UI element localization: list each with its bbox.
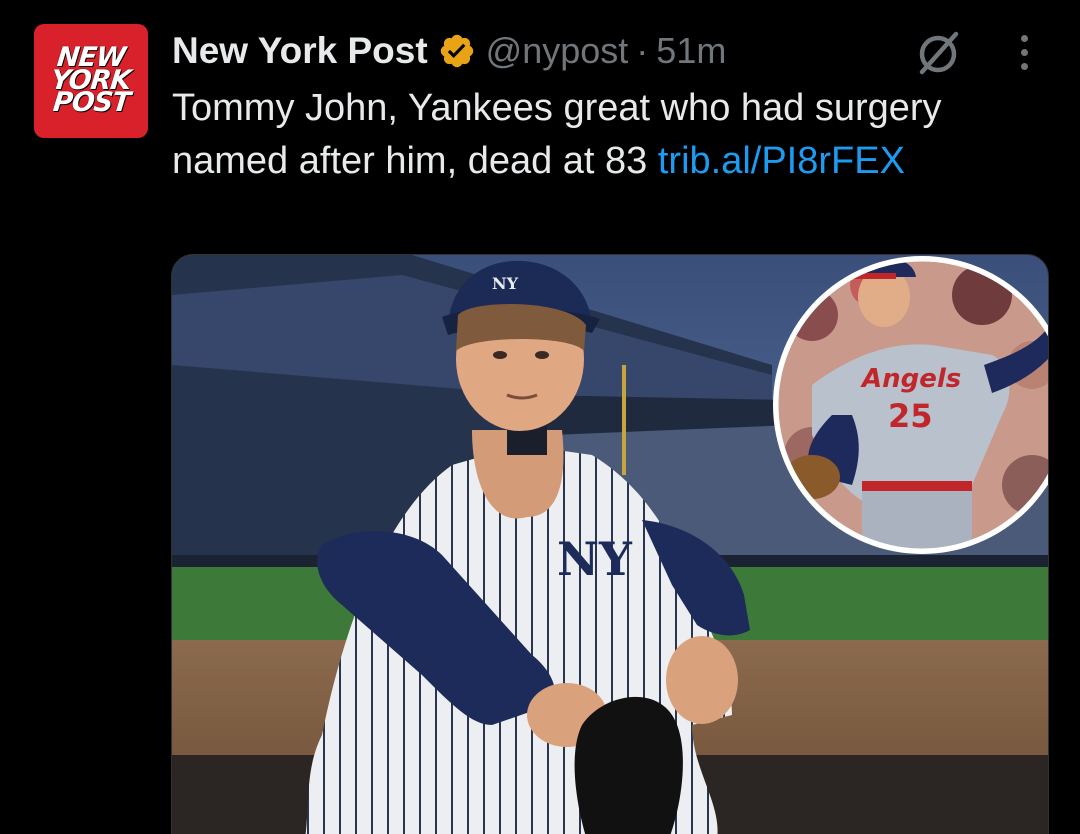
inset-jersey-text: Angels xyxy=(860,364,961,394)
verified-badge-icon[interactable] xyxy=(438,32,476,70)
tweet[interactable]: NEW YORK POST New York Post @nypost · 51… xyxy=(0,0,1080,834)
tweet-timestamp[interactable]: 51m xyxy=(656,30,726,72)
avatar-text-line-3: POST xyxy=(51,87,132,119)
more-dot xyxy=(1020,62,1028,70)
grok-icon[interactable] xyxy=(912,26,966,80)
avatar[interactable]: NEW YORK POST xyxy=(34,24,148,138)
jersey-logo: NY xyxy=(557,532,633,586)
more-dot xyxy=(1020,48,1028,56)
stadium-photo: NY NY Angels 25 xyxy=(172,255,1048,834)
author-name[interactable]: New York Post xyxy=(172,30,428,72)
more-dot xyxy=(1020,34,1028,42)
author-handle[interactable]: @nypost xyxy=(486,30,629,72)
more-options-icon[interactable] xyxy=(1004,30,1044,74)
tweet-link[interactable]: trib.al/PI8rFEX xyxy=(658,140,905,182)
cap-logo-text: NY xyxy=(492,274,519,293)
tweet-header: New York Post @nypost · 51m xyxy=(172,26,726,76)
separator-dot: · xyxy=(636,30,649,71)
tweet-text: Tommy John, Yankees great who had surger… xyxy=(172,82,1062,188)
tweet-media-image[interactable]: NY NY Angels 25 xyxy=(171,254,1049,834)
inset-jersey-number: 25 xyxy=(888,397,933,435)
